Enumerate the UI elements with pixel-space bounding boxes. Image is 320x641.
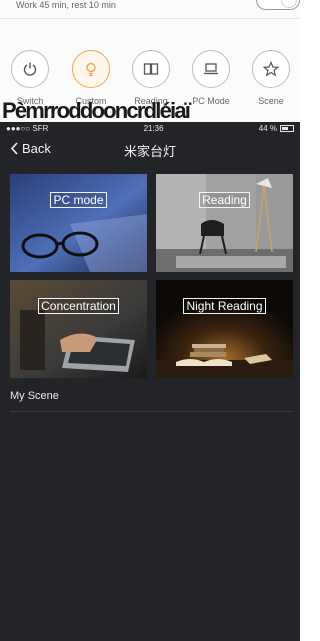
scene-tile-reading[interactable]: Reading <box>156 174 293 272</box>
my-scene-header: My Scene <box>10 390 59 402</box>
star-icon <box>252 50 290 88</box>
scene-label: Night Reading <box>183 298 266 314</box>
bulb-icon <box>72 50 110 88</box>
nav-bar: Back 米家台灯 <box>0 135 300 165</box>
my-scene-divider <box>10 411 293 412</box>
scene-label: Concentration <box>38 298 119 314</box>
work-toggle[interactable] <box>256 0 300 10</box>
nav-title: 米家台灯 <box>123 144 176 159</box>
divider <box>0 18 300 19</box>
scene-tile-night-reading[interactable]: Night Reading <box>156 280 293 378</box>
work-status-text: Work 45 min, rest 10 min <box>16 0 116 10</box>
scene-tile-concentration[interactable]: Concentration <box>10 280 147 378</box>
status-right: 44 % <box>259 124 294 133</box>
reading-image <box>156 174 293 272</box>
carrier-text: ●●●○○ SFR <box>6 124 49 133</box>
scene-label: PC mode <box>50 192 107 208</box>
page: Work 45 min, rest 10 min Switch Custom R… <box>0 0 300 641</box>
power-icon <box>11 50 49 88</box>
background-app-panel: Work 45 min, rest 10 min Switch Custom R… <box>0 0 300 123</box>
scene-screen: ●●●○○ SFR 21:36 44 % Back 米家台灯 PC mode R… <box>0 122 300 641</box>
garbled-overlay-text: Pèmrroddooncrdléiaï <box>2 98 191 123</box>
status-bar: ●●●○○ SFR 21:36 44 % <box>0 122 300 135</box>
night-reading-image <box>156 280 293 378</box>
toggle-knob <box>281 0 297 8</box>
concentration-image <box>10 280 147 378</box>
battery-percent: 44 % <box>258 124 277 133</box>
pc-mode-image <box>10 174 147 272</box>
laptop-icon <box>192 50 230 88</box>
scene-label: Reading <box>199 192 250 208</box>
book-icon <box>132 50 170 88</box>
scene-tile-pc-mode[interactable]: PC mode <box>10 174 147 272</box>
time-text: 21:36 <box>143 124 164 133</box>
battery-icon <box>280 125 294 132</box>
